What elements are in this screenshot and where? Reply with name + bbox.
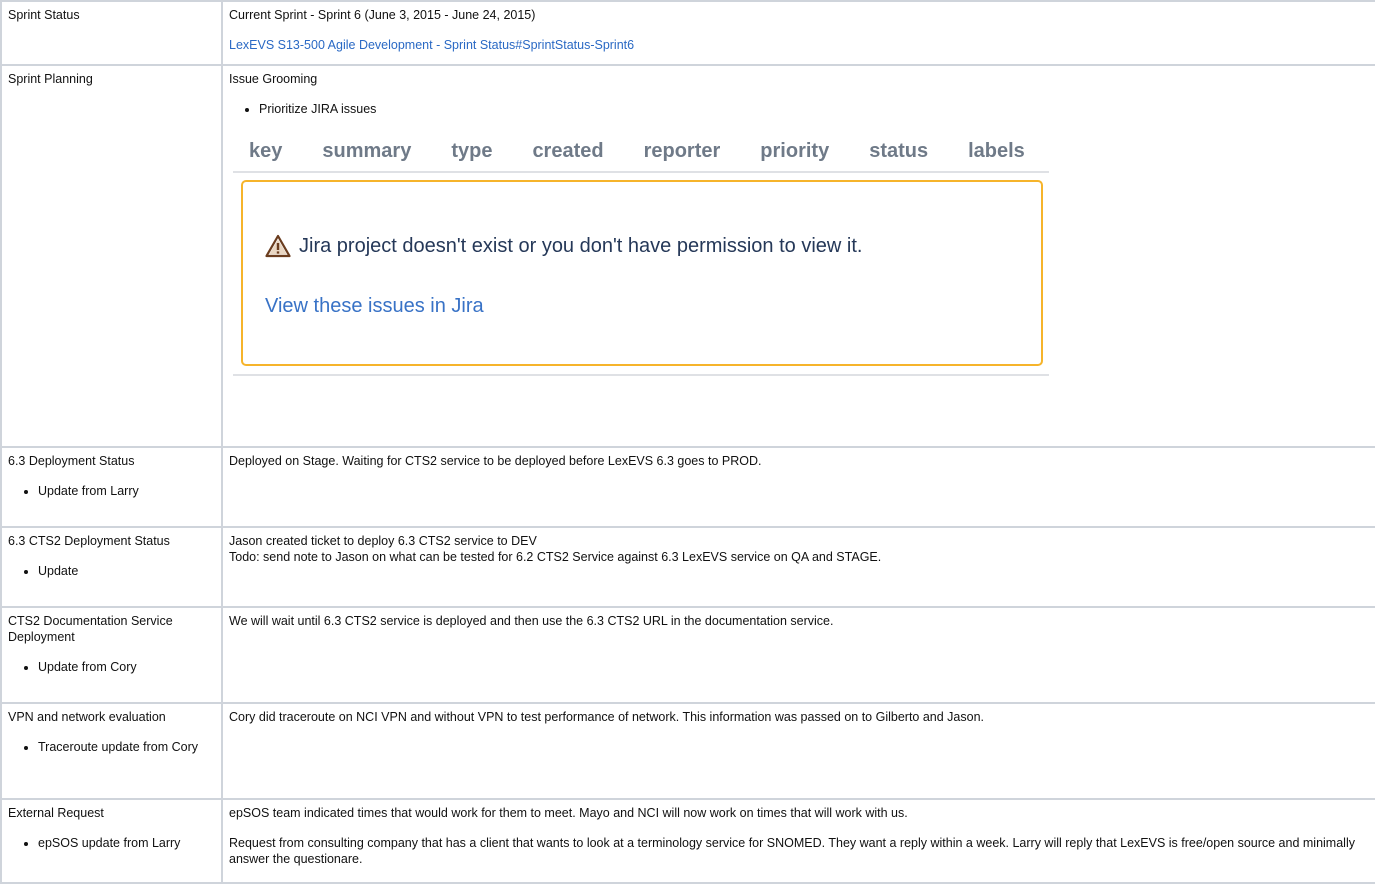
section-heading: Issue Grooming (229, 72, 318, 86)
bullet-list: Update from Cory (8, 659, 215, 675)
jira-col-reporter[interactable]: reporter (628, 141, 721, 161)
bullet-list: Traceroute update from Cory (8, 739, 215, 755)
table-row: 6.3 Deployment Status Update from Larry … (0, 446, 1375, 528)
notes-cell: Jason created ticket to deploy 6.3 CTS2 … (221, 526, 1375, 608)
jira-col-labels[interactable]: labels (952, 141, 1025, 161)
topic-label: 6.3 CTS2 Deployment Status (8, 534, 170, 548)
table-row: External Request epSOS update from Larry… (0, 798, 1375, 884)
list-item: Update from Larry (38, 483, 215, 499)
table-row: VPN and network evaluation Traceroute up… (0, 702, 1375, 800)
jira-col-summary[interactable]: summary (306, 141, 411, 161)
note-text: We will wait until 6.3 CTS2 service is d… (229, 614, 834, 628)
topic-label: Sprint Status (8, 8, 80, 22)
bullet-list: epSOS update from Larry (8, 835, 215, 851)
topic-cell: Sprint Status (0, 0, 223, 66)
jira-issues-macro: key summary type created reporter priori… (233, 131, 1049, 376)
list-item: Update (38, 563, 215, 579)
jira-col-created[interactable]: created (516, 141, 603, 161)
topic-label: Sprint Planning (8, 72, 93, 86)
warning-triangle-icon (265, 234, 291, 258)
jira-error-text: Jira project doesn't exist or you don't … (299, 235, 863, 257)
topic-label: VPN and network evaluation (8, 710, 166, 724)
table-row: 6.3 CTS2 Deployment Status Update Jason … (0, 526, 1375, 608)
jira-warning-message: Jira project doesn't exist or you don't … (265, 234, 862, 258)
list-item: epSOS update from Larry (38, 835, 215, 851)
notes-cell: Issue Grooming Prioritize JIRA issues ke… (221, 64, 1375, 448)
jira-table-footer (233, 374, 1049, 376)
topic-cell: 6.3 Deployment Status Update from Larry (0, 446, 223, 528)
sprint-status-link[interactable]: LexEVS S13-500 Agile Development - Sprin… (229, 38, 634, 52)
table-row: Sprint Status Current Sprint - Sprint 6 … (0, 0, 1375, 66)
jira-warning-box: Jira project doesn't exist or you don't … (241, 180, 1043, 366)
topic-cell: Sprint Planning (0, 64, 223, 448)
list-item: Update from Cory (38, 659, 215, 675)
topic-cell: External Request epSOS update from Larry (0, 798, 223, 884)
bullet-list: Prioritize JIRA issues (229, 101, 1370, 117)
bullet-list: Update from Larry (8, 483, 215, 499)
list-item: Traceroute update from Cory (38, 739, 215, 755)
topic-label: External Request (8, 806, 104, 820)
table-row: Sprint Planning Issue Grooming Prioritiz… (0, 64, 1375, 448)
jira-col-key[interactable]: key (233, 141, 282, 161)
topic-cell: 6.3 CTS2 Deployment Status Update (0, 526, 223, 608)
meeting-notes-table: Sprint Status Current Sprint - Sprint 6 … (0, 0, 1375, 884)
jira-table-header: key summary type created reporter priori… (233, 131, 1049, 173)
topic-label: CTS2 Documentation Service Deployment (8, 614, 173, 644)
jira-col-status[interactable]: status (853, 141, 928, 161)
jira-col-priority[interactable]: priority (744, 141, 829, 161)
view-issues-in-jira-link[interactable]: View these issues in Jira (265, 296, 484, 316)
table-row: CTS2 Documentation Service Deployment Up… (0, 606, 1375, 704)
topic-label: 6.3 Deployment Status (8, 454, 135, 468)
note-text: epSOS team indicated times that would wo… (229, 806, 908, 820)
note-text: Jason created ticket to deploy 6.3 CTS2 … (229, 534, 537, 548)
topic-cell: VPN and network evaluation Traceroute up… (0, 702, 223, 800)
notes-cell: Cory did traceroute on NCI VPN and witho… (221, 702, 1375, 800)
note-text: Todo: send note to Jason on what can be … (229, 550, 882, 564)
notes-cell: epSOS team indicated times that would wo… (221, 798, 1375, 884)
jira-col-type[interactable]: type (435, 141, 492, 161)
list-item: Prioritize JIRA issues (259, 101, 1370, 117)
notes-cell: Deployed on Stage. Waiting for CTS2 serv… (221, 446, 1375, 528)
note-text: Cory did traceroute on NCI VPN and witho… (229, 710, 985, 724)
notes-cell: We will wait until 6.3 CTS2 service is d… (221, 606, 1375, 704)
bullet-list: Update (8, 563, 215, 579)
note-text: Current Sprint - Sprint 6 (June 3, 2015 … (229, 8, 536, 22)
note-text: Deployed on Stage. Waiting for CTS2 serv… (229, 454, 762, 468)
note-text: Request from consulting company that has… (229, 836, 1355, 866)
topic-cell: CTS2 Documentation Service Deployment Up… (0, 606, 223, 704)
notes-cell: Current Sprint - Sprint 6 (June 3, 2015 … (221, 0, 1375, 66)
